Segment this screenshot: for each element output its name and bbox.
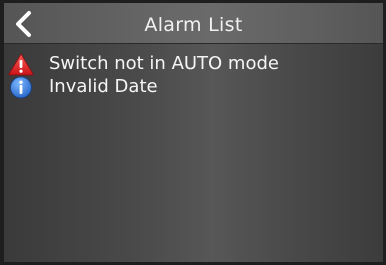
header-bar: Alarm List	[4, 3, 383, 44]
alarm-list: Switch not in AUTO mode Invalid Date	[4, 52, 383, 99]
warning-triangle-icon	[8, 53, 34, 76]
alarm-text: Switch not in AUTO mode	[49, 53, 279, 74]
alarm-item-invalid-date[interactable]: Invalid Date	[4, 75, 383, 99]
info-circle-icon	[8, 76, 34, 99]
alarm-text: Invalid Date	[49, 76, 158, 97]
page-title: Alarm List	[144, 14, 243, 36]
device-frame: Alarm List Switch not in AUTO mode Inval…	[0, 0, 386, 265]
alarm-list-screen: Alarm List Switch not in AUTO mode Inval…	[4, 3, 383, 262]
alarm-item-switch-not-auto[interactable]: Switch not in AUTO mode	[4, 52, 383, 76]
